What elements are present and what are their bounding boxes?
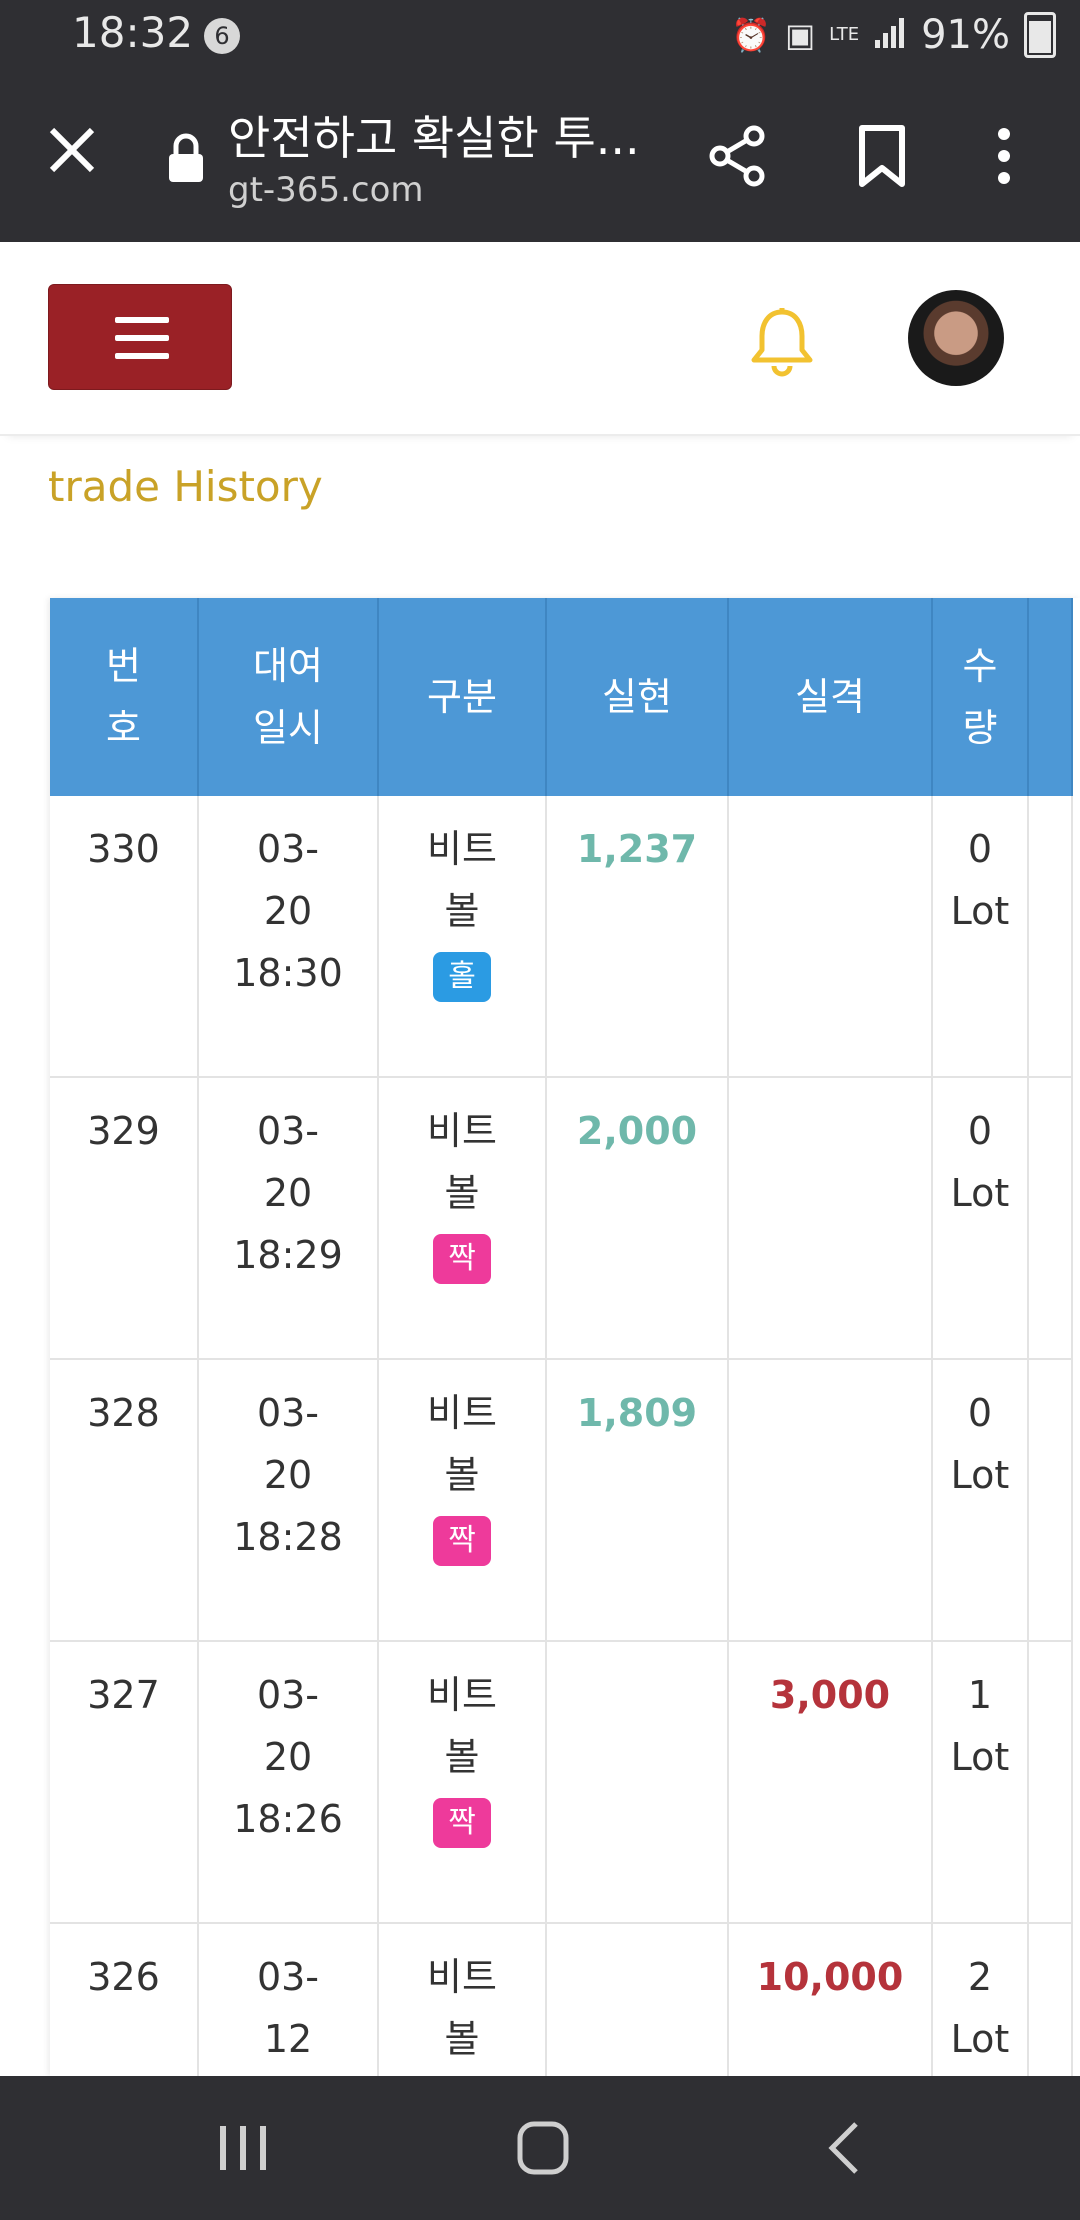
notification-bell-button[interactable]	[748, 306, 816, 378]
cell-date: 03- 12 21:20	[198, 1923, 379, 2076]
cell-quantity: 2 Lot	[932, 1923, 1029, 2076]
more-options-button[interactable]	[986, 124, 1022, 188]
cell-realized	[546, 1641, 729, 1924]
home-button[interactable]	[516, 2120, 570, 2176]
app-header	[0, 242, 1080, 436]
cell-overflow	[1028, 1359, 1073, 1642]
status-bar: 18:32 6 ⏰ ▣ LTE 91%	[0, 0, 1080, 72]
type-label: 비트 볼	[427, 1109, 497, 1215]
status-icons: ⏰ ▣ LTE 91%	[731, 10, 1056, 60]
cell-lost: 3,000	[728, 1641, 933, 1924]
status-time: 18:32	[72, 8, 194, 57]
battery-icon	[1024, 12, 1056, 58]
cell-realized: 1,809	[546, 1359, 729, 1642]
data-saver-icon: ▣	[784, 16, 816, 54]
cell-overflow	[1028, 1641, 1073, 1924]
more-vertical-icon	[998, 128, 1010, 184]
close-icon	[49, 127, 95, 173]
cell-realized	[546, 1923, 729, 2076]
battery-percent: 91%	[921, 12, 1010, 58]
hamburger-menu-button[interactable]	[48, 284, 232, 390]
cell-quantity: 0 Lot	[932, 1077, 1029, 1360]
cell-lost	[728, 1359, 933, 1642]
bookmark-button[interactable]	[856, 124, 908, 188]
header-lost: 실격	[728, 598, 933, 796]
browser-toolbar: 안전하고 확실한 투... gt-365.com	[0, 72, 1080, 242]
trade-history-table-container[interactable]: 번 호 대여 일시 구분 실현 실격 수 량 330 03- 20 18:30 비트…	[50, 598, 1080, 2076]
cell-type: 비트 볼짝	[378, 1641, 547, 1924]
table-row[interactable]: 327 03- 20 18:26 비트 볼 짝 3,000 1 Lot	[50, 1641, 1073, 1924]
trade-history-table: 번 호 대여 일시 구분 실현 실격 수 량 330 03- 20 18:30 비트…	[50, 598, 1073, 2076]
table-row[interactable]: 32603- 12 21:20비트 볼짝 10,0002 Lot	[50, 1923, 1073, 2076]
header-overflow	[1028, 598, 1073, 796]
cell-date: 03- 20 18:29	[198, 1077, 379, 1360]
cell-date: 03- 20 18:26	[198, 1641, 379, 1924]
system-nav-bar	[0, 2076, 1080, 2220]
cell-quantity: 0 Lot	[932, 796, 1029, 1078]
type-label: 비트 볼	[427, 827, 497, 933]
cell-realized: 2,000	[546, 1077, 729, 1360]
notification-count-badge: 6	[204, 18, 240, 54]
type-tag-badge: 짝	[433, 1798, 491, 1848]
alarm-icon: ⏰	[731, 16, 771, 54]
cell-realized: 1,237	[546, 796, 729, 1078]
cell-date: 03- 20 18:28	[198, 1359, 379, 1642]
recent-apps-icon	[220, 2126, 266, 2170]
header-quantity: 수 량	[932, 598, 1029, 796]
type-tag-badge: 짝	[433, 1516, 491, 1566]
type-tag-badge: 홀	[433, 952, 491, 1002]
type-label: 비트 볼	[427, 1955, 497, 2061]
section-title: trade History	[48, 462, 323, 511]
cell-lost	[728, 1077, 933, 1360]
cell-overflow	[1028, 1923, 1073, 2076]
cell-quantity: 0 Lot	[932, 1359, 1029, 1642]
bookmark-icon	[859, 125, 905, 187]
cell-type: 비트 볼홀	[378, 796, 547, 1078]
table-row[interactable]: 328 03- 20 18:28 비트 볼 짝 1,809 0 Lot	[50, 1359, 1073, 1642]
share-button[interactable]	[706, 124, 770, 188]
lock-icon	[166, 132, 206, 184]
cell-number: 327	[50, 1641, 199, 1924]
user-avatar[interactable]	[908, 290, 1004, 386]
network-type: LTE	[829, 24, 860, 45]
header-number: 번 호	[50, 598, 199, 796]
cell-type: 비트 볼짝	[378, 1077, 547, 1360]
table-row[interactable]: 329 03- 20 18:29 비트 볼 짝 2,000 0 Lot	[50, 1077, 1073, 1360]
recent-apps-button[interactable]	[218, 2122, 268, 2174]
cell-lost	[728, 796, 933, 1078]
cell-number: 326	[50, 1923, 199, 2076]
header-date: 대여 일시	[198, 598, 379, 796]
type-label: 비트 볼	[427, 1673, 497, 1779]
cell-date: 03- 20 18:30	[198, 796, 379, 1078]
share-icon	[709, 125, 765, 187]
page-title: 안전하고 확실한 투...	[228, 111, 640, 165]
bell-icon	[751, 308, 813, 377]
table-header-row: 번 호 대여 일시 구분 실현 실격 수 량	[50, 598, 1073, 796]
cell-overflow	[1028, 1077, 1073, 1360]
header-realized: 실현	[546, 598, 729, 796]
close-tab-button[interactable]	[44, 122, 100, 178]
cell-quantity: 1 Lot	[932, 1641, 1029, 1924]
url-text[interactable]: gt-365.com	[228, 170, 424, 210]
cell-number: 329	[50, 1077, 199, 1360]
signal-icon	[873, 16, 907, 54]
home-icon	[517, 2121, 569, 2175]
cell-type: 비트 볼짝	[378, 1923, 547, 2076]
cell-type: 비트 볼짝	[378, 1359, 547, 1642]
table-row[interactable]: 330 03- 20 18:30 비트 볼 홀 1,237 0 Lot	[50, 796, 1073, 1078]
cell-overflow	[1028, 796, 1073, 1078]
header-type: 구분	[378, 598, 547, 796]
back-arrow-icon	[828, 2122, 858, 2174]
type-label: 비트 볼	[427, 1391, 497, 1497]
type-tag-badge: 짝	[433, 1234, 491, 1284]
back-button[interactable]	[826, 2120, 862, 2176]
cell-lost: 10,000	[728, 1923, 933, 2076]
cell-number: 328	[50, 1359, 199, 1642]
cell-number: 330	[50, 796, 199, 1078]
